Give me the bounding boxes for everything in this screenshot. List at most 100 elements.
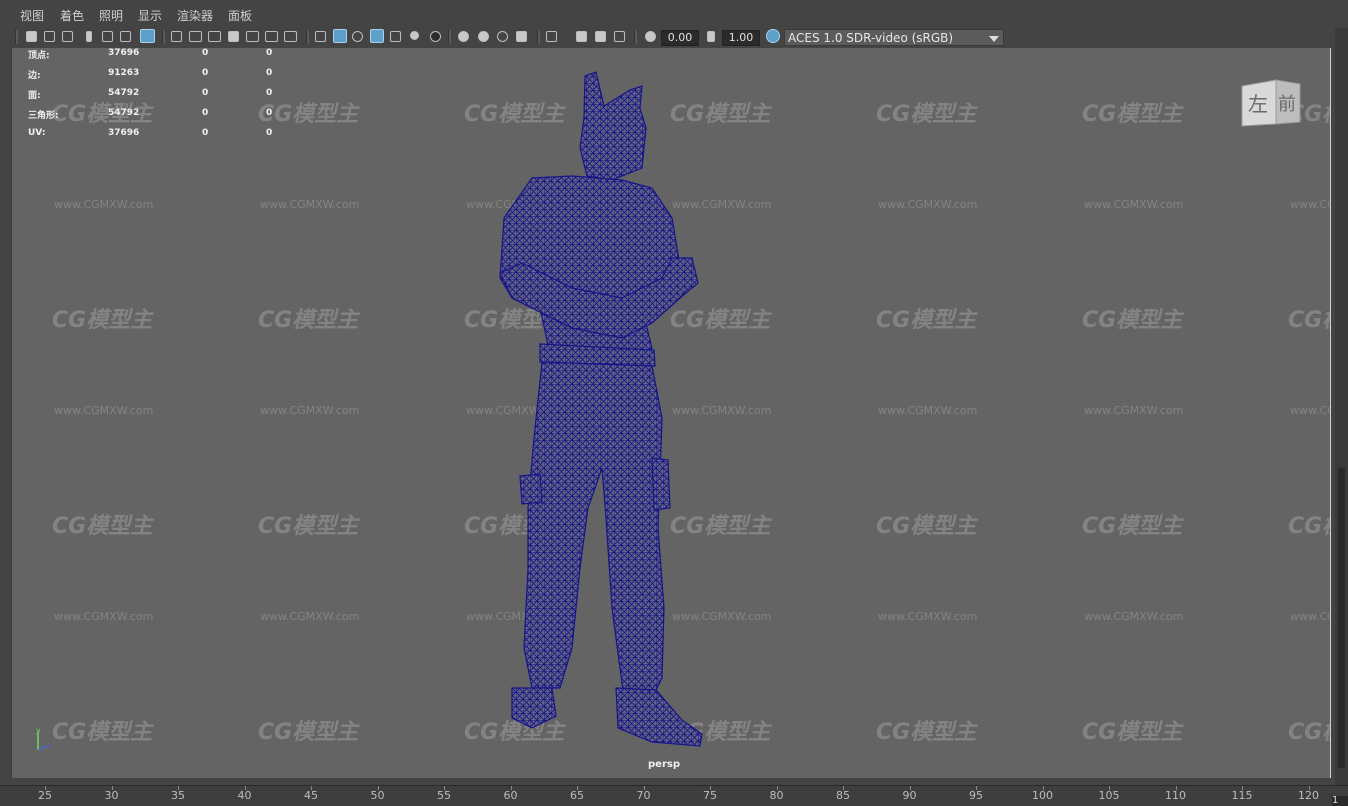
hud-value: 0 (266, 108, 273, 118)
timeline-tick-label: 110 (1165, 789, 1186, 802)
hud-value: 91263 (108, 68, 140, 78)
grid-icon[interactable] (171, 31, 182, 42)
xray-active-icon[interactable] (595, 31, 606, 42)
toolbar-separator (634, 30, 637, 44)
viewcube[interactable]: 左 前 (1240, 78, 1302, 128)
hud-value: 0 (202, 48, 209, 58)
camera-attributes-icon[interactable] (62, 31, 73, 42)
axis-z-label: z (46, 741, 50, 750)
timeline-tick-label: 65 (570, 789, 584, 802)
axis-y-label: y (36, 726, 41, 735)
xray-joints-icon[interactable] (576, 31, 587, 42)
hud-value: 0 (266, 48, 273, 58)
timeline-tick-label: 85 (836, 789, 850, 802)
timeline-tick-label: 25 (38, 789, 52, 802)
hud-value: 54792 (108, 88, 140, 98)
bookmark-icon[interactable] (86, 31, 92, 42)
hud-value: 0 (266, 88, 273, 98)
timeline-tick-label: 30 (104, 789, 119, 802)
grease-pencil-icon[interactable] (140, 29, 155, 43)
gamma-icon[interactable] (707, 31, 715, 42)
timeline-tick-label: 35 (171, 789, 185, 802)
toolbar-separator (15, 30, 18, 44)
lock-camera-icon[interactable] (44, 31, 55, 42)
timeline-tick-label: 60 (503, 789, 518, 802)
menu-lighting[interactable]: 照明 (99, 7, 123, 24)
toolbar-separator (537, 30, 540, 44)
hud-value: 0 (266, 68, 273, 78)
timeline-tick-label: 80 (769, 789, 784, 802)
timeline-tick-label: 50 (370, 789, 385, 802)
smooth-shade-icon[interactable] (333, 29, 347, 43)
timeline-tick-label: 120 (1298, 789, 1319, 802)
exposure-icon[interactable] (645, 31, 656, 42)
timeline-tick-label: 115 (1231, 789, 1253, 802)
panel-menubar: 视图 着色 照明 显示 渲染器 面板 (0, 0, 1348, 28)
menu-view[interactable]: 视图 (20, 7, 44, 24)
menu-show[interactable]: 显示 (138, 7, 162, 24)
color-management-icon[interactable] (766, 29, 780, 43)
hud-value: 0 (202, 108, 209, 118)
hud-label: UV: (28, 128, 46, 138)
wireframe-model (499, 71, 703, 747)
hud-label: 三角形: (28, 111, 59, 121)
chevron-down-icon (989, 36, 999, 42)
timeline-tick-label: 75 (703, 789, 717, 802)
viewcube-front-label[interactable]: 前 (1278, 94, 1296, 115)
default-material-icon[interactable] (352, 31, 363, 42)
gate-mask-icon[interactable] (228, 31, 239, 42)
resolution-gate-icon[interactable] (208, 31, 221, 42)
safe-title-icon[interactable] (284, 31, 297, 42)
multisample-aa-icon[interactable] (497, 31, 508, 42)
film-gate-icon[interactable] (189, 31, 202, 42)
safe-action-icon[interactable] (265, 31, 278, 42)
image-plane-icon[interactable] (102, 31, 113, 42)
hud-value: 0 (202, 128, 209, 138)
hud-value: 0 (202, 88, 209, 98)
pan-zoom-icon[interactable] (120, 31, 131, 42)
view-transform-select[interactable]: ACES 1.0 SDR-video (sRGB) (784, 29, 1004, 46)
isolate-select-icon[interactable] (546, 31, 557, 42)
lights-icon[interactable] (410, 31, 419, 40)
menu-panels[interactable]: 面板 (228, 7, 252, 24)
timeline-tick-label: 90 (902, 789, 917, 802)
toolbar-separator (306, 30, 309, 44)
timeline-tick-label: 45 (304, 789, 318, 802)
view-transform-value: ACES 1.0 SDR-video (sRGB) (788, 31, 954, 45)
timeline-tick-label: 105 (1098, 789, 1120, 802)
field-chart-icon[interactable] (246, 31, 259, 42)
wireframe-icon[interactable] (315, 31, 326, 42)
textured-icon[interactable] (390, 31, 401, 42)
timeline-tick-label: 95 (969, 789, 983, 802)
timeline-tick-label: 70 (636, 789, 651, 802)
viewport-3d[interactable]: CG模型主CG模型主CG模型主CG模型主CG模型主CG模型主CG模型主CG模型主… (11, 48, 1331, 778)
menu-renderer[interactable]: 渲染器 (177, 7, 213, 24)
menu-shading[interactable]: 着色 (60, 7, 84, 24)
exposure-field[interactable]: 0.00 (661, 30, 699, 46)
gamma-field[interactable]: 1.00 (722, 30, 760, 46)
hud-label: 顶点: (28, 51, 50, 61)
timeline-tick-label: 100 (1032, 789, 1053, 802)
backface-icon[interactable] (614, 31, 625, 42)
time-slider[interactable]: 25 30 35 40 45 50 55 60 65 70 75 80 85 90 95 100 105 110 1… (0, 785, 1348, 806)
hud-label: 边: (28, 71, 41, 81)
toolbar-separator (448, 30, 451, 44)
camera-icon[interactable] (26, 31, 37, 42)
hud-value: 37696 (108, 48, 140, 58)
axis-gizmo: y z (36, 726, 50, 751)
shadows-icon[interactable] (430, 31, 441, 42)
viewcube-left-label[interactable]: 左 (1248, 92, 1268, 116)
panel-toolbar: 0.00 1.00 ACES 1.0 SDR-video (sRGB) (0, 28, 1335, 48)
toolbar-separator (162, 30, 165, 44)
screen-space-ao-icon[interactable] (458, 31, 469, 42)
xray-icon[interactable] (370, 29, 384, 43)
camera-name-label: persp (648, 759, 680, 770)
right-scrollbar[interactable] (1335, 28, 1348, 785)
depth-of-field-icon[interactable] (516, 31, 527, 42)
timeline-tick-label: 40 (237, 789, 252, 802)
scrollbar-thumb[interactable] (1338, 468, 1345, 768)
hud-value: 0 (266, 128, 273, 138)
motion-blur-icon[interactable] (478, 31, 489, 42)
hud-label: 面: (28, 91, 41, 101)
hud-value: 0 (202, 68, 209, 78)
